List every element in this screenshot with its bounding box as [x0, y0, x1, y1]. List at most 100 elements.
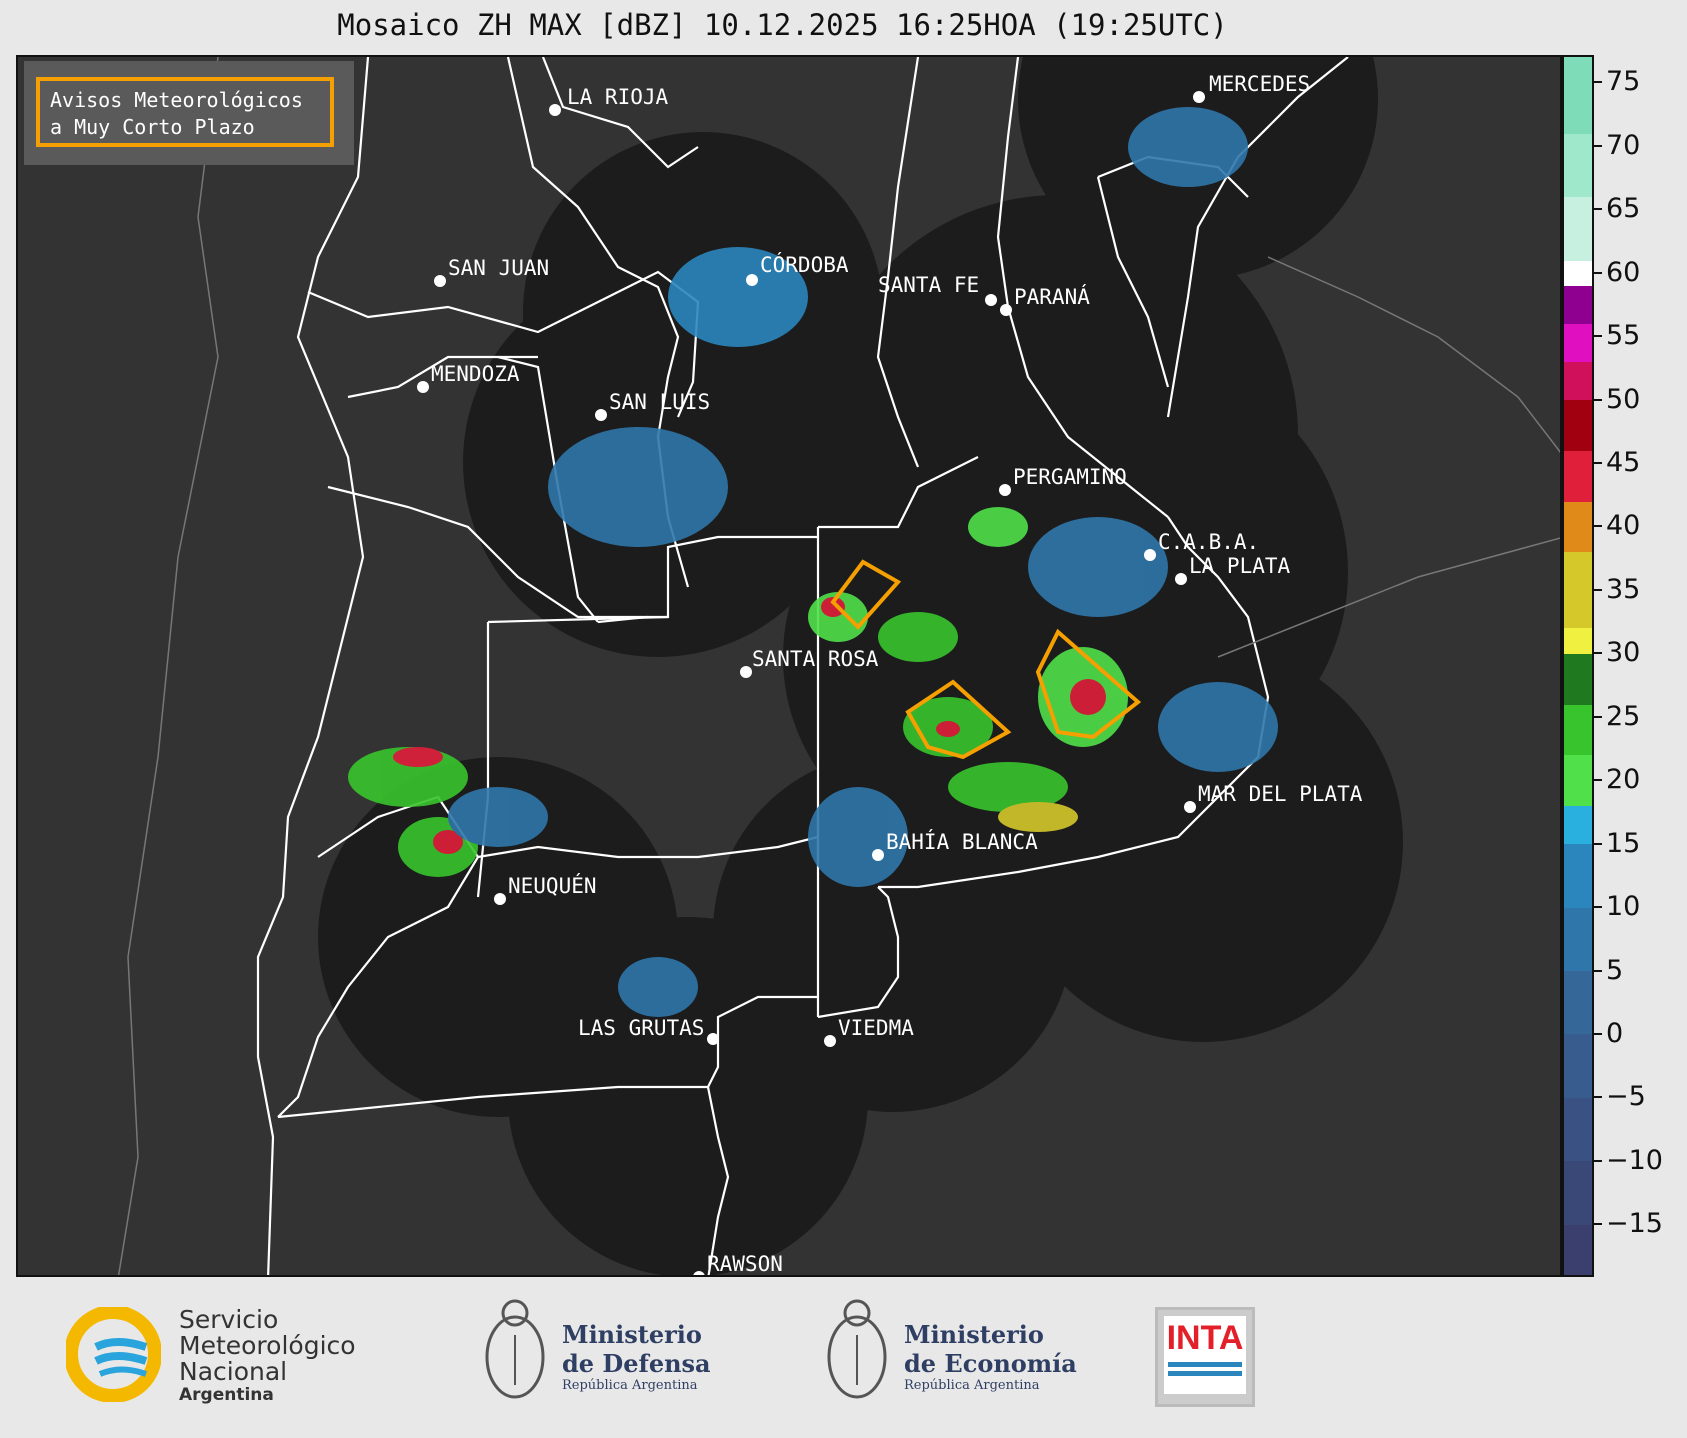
colorbar-tick: [1594, 1096, 1602, 1099]
colorbar-tick: [1594, 652, 1602, 655]
colorbar-tick: [1594, 1032, 1602, 1035]
city-dot-icon: [746, 274, 758, 286]
colorbar-tick-label: 45: [1606, 447, 1641, 478]
city-dot-icon: [707, 1033, 719, 1045]
economia-line1: Ministerio: [904, 1320, 1044, 1349]
colorbar-tick: [1594, 1223, 1602, 1226]
city-label: LA PLATA: [1189, 554, 1291, 578]
colorbar-tick-label: 55: [1606, 320, 1641, 352]
colorbar-tick: [1594, 715, 1602, 718]
colorbar-tick: [1594, 335, 1602, 338]
radar-map[interactable]: LA RIOJA SAN JUAN MENDOZA SAN LUIS CÓRDOBA SA…: [16, 55, 1562, 1277]
colorbar-tick-label: 30: [1606, 637, 1641, 669]
city-marker: RAWSON: [693, 1252, 783, 1276]
colorbar-tick-label: 5: [1606, 954, 1624, 986]
colorbar-band: [1564, 285, 1592, 324]
smn-name-line4: Argentina: [179, 1385, 274, 1405]
colorbar-tick-label: 20: [1606, 764, 1641, 796]
colorbar-tick-label: 0: [1606, 1017, 1624, 1049]
city-dot-icon: [417, 381, 429, 393]
colorbar-tick-label: −15: [1606, 1208, 1663, 1240]
city-dot-icon: [985, 294, 997, 306]
colorbar-tick: [1594, 462, 1602, 464]
city-marker: LA RIOJA: [549, 85, 669, 116]
inta-logo: INTA: [1155, 1307, 1255, 1407]
colorbar-band: [1564, 653, 1592, 705]
colorbar-band: [1564, 704, 1592, 756]
city-label: SAN JUAN: [448, 256, 549, 280]
city-dot-icon: [1193, 91, 1205, 103]
city-dot-icon: [872, 849, 884, 861]
colorbar-band: [1564, 1224, 1592, 1275]
city-dot-icon: [1000, 304, 1012, 316]
map-canvas: LA RIOJA SAN JUAN MENDOZA SAN LUIS CÓRDOBA SA…: [117, 57, 1560, 1276]
national-shield-icon: [485, 1299, 545, 1399]
city-label: PERGAMINO: [1013, 465, 1127, 489]
smn-emblem-icon: [66, 1307, 161, 1402]
colorbar-tick: [1594, 208, 1602, 211]
colorbar-tick-label: 65: [1606, 193, 1641, 225]
warning-legend-label: Avisos Meteorológicos a Muy Corto Plazo: [36, 77, 334, 147]
smn-name-line3: Nacional: [179, 1357, 288, 1386]
city-label: CÓRDOBA: [760, 252, 849, 277]
colorbar-tick: [1594, 779, 1602, 782]
economia-line2: de Economía: [904, 1349, 1077, 1378]
smn-name-line1: Servicio: [179, 1305, 279, 1334]
smn-logo: Servicio Meteorológico Nacional Argentin…: [66, 1307, 396, 1407]
city-dot-icon: [1184, 801, 1196, 813]
colorbar-band: [1564, 1097, 1592, 1162]
colorbar-tick-label: 70: [1606, 129, 1641, 161]
city-label: LAS GRUTAS: [578, 1016, 704, 1040]
city-dot-icon: [740, 666, 752, 678]
city-dot-icon: [549, 104, 561, 116]
city-dot-icon: [595, 409, 607, 421]
city-label: NEUQUÉN: [508, 873, 597, 898]
colorbar-band: [1564, 501, 1592, 553]
inta-wordmark: INTA: [1166, 1319, 1244, 1357]
city-label: PARANÁ: [1014, 284, 1090, 309]
warning-legend-line2: a Muy Corto Plazo: [50, 115, 255, 139]
warning-legend-line1: Avisos Meteorológicos: [50, 88, 303, 112]
smn-name-line2: Meteorológico: [179, 1331, 356, 1360]
city-label: MENDOZA: [431, 362, 520, 386]
colorbar-tick: [1594, 1159, 1602, 1162]
colorbar-tick: [1594, 144, 1602, 147]
economia-line3: República Argentina: [904, 1378, 1040, 1393]
colorbar-tick-label: 25: [1606, 700, 1641, 732]
colorbar-band: [1564, 627, 1592, 654]
national-shield-icon: [827, 1299, 887, 1399]
colorbar-tick-label: 50: [1606, 383, 1641, 415]
colorbar-band: [1564, 323, 1592, 362]
city-label: RAWSON: [707, 1252, 783, 1276]
economia-logo: Ministerio de Economía República Argenti…: [822, 1295, 1082, 1415]
colorbar-tick-label: 60: [1606, 256, 1641, 288]
colorbar-band: [1564, 361, 1592, 401]
colorbar-tick: [1594, 271, 1602, 274]
city-label: C.A.B.A.: [1158, 530, 1259, 554]
colorbar-tick: [1594, 588, 1602, 591]
colorbar-tick: [1594, 525, 1602, 528]
city-label: BAHÍA BLANCA: [886, 829, 1038, 854]
footer-logos: Servicio Meteorológico Nacional Argentin…: [0, 1277, 1687, 1438]
colorbar-band: [1564, 551, 1592, 629]
colorbar-band: [1564, 1160, 1592, 1225]
dbz-colorbar: [1562, 55, 1594, 1277]
city-label: MERCEDES: [1209, 72, 1310, 96]
colorbar-band: [1564, 450, 1592, 502]
city-label: VIEDMA: [838, 1016, 914, 1040]
city-label: SAN LUIS: [609, 390, 710, 414]
colorbar-band: [1564, 1033, 1592, 1098]
colorbar-tick-label: 10: [1606, 891, 1641, 923]
colorbar-band: [1564, 970, 1592, 1035]
colorbar-tick-label: 15: [1606, 827, 1641, 859]
city-dot-icon: [494, 893, 506, 905]
colorbar-tick-label: −5: [1606, 1081, 1646, 1113]
colorbar-band: [1564, 805, 1592, 845]
colorbar-tick-label: 75: [1606, 66, 1641, 98]
colorbar-band: [1564, 133, 1592, 198]
city-label: MAR DEL PLATA: [1198, 782, 1363, 806]
city-dot-icon: [824, 1035, 836, 1047]
defensa-line1: Ministerio: [562, 1320, 702, 1349]
city-label: SANTA ROSA: [752, 647, 879, 671]
colorbar-band: [1564, 399, 1592, 451]
